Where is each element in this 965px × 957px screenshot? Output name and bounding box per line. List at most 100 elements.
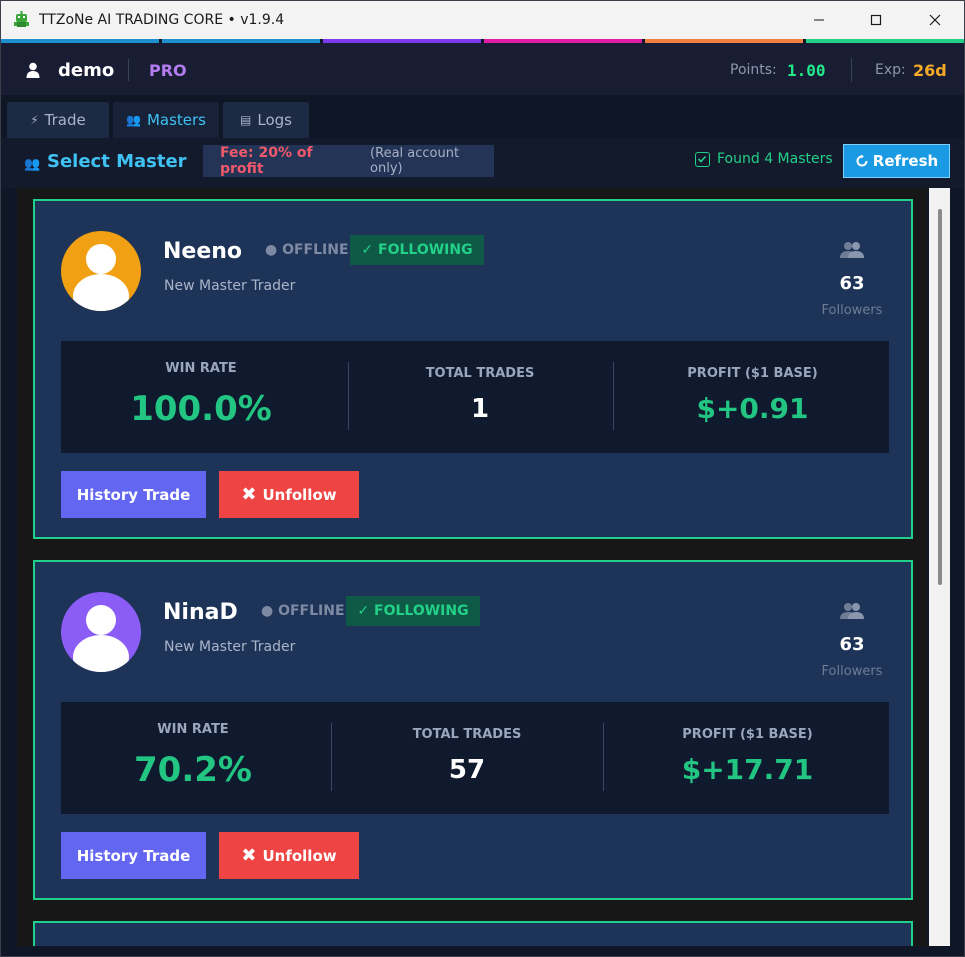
refresh-label: Refresh [872, 152, 939, 170]
section-title: Select Master [47, 151, 187, 172]
username: demo [58, 60, 115, 81]
tab-label: Trade [44, 111, 86, 129]
following-label: ✓ FOLLOWING [361, 242, 473, 258]
master-card: Neeno ● OFFLINE ✓ FOLLOWING New Master T… [33, 199, 913, 539]
total-trades-stat: TOTAL TRADES 57 [334, 702, 600, 814]
history-trade-button[interactable]: History Trade [61, 471, 206, 518]
masters-list[interactable]: Neeno ● OFFLINE ✓ FOLLOWING New Master T… [17, 188, 927, 946]
tab-label: Masters [146, 111, 206, 129]
avatar-head [86, 605, 116, 635]
stats-panel: WIN RATE 70.2% TOTAL TRADES 57 PROFIT ($… [61, 702, 889, 814]
points-label: Points: [730, 62, 777, 78]
maximize-icon [870, 14, 882, 26]
master-card [33, 921, 913, 946]
total-trades-value: 1 [470, 394, 490, 424]
unfollow-label: Unfollow [262, 485, 337, 504]
following-label: ✓ FOLLOWING [357, 603, 469, 619]
divider [603, 723, 604, 791]
profit-value: $+17.71 [681, 753, 814, 786]
fee-text: Fee: 20% of profit [220, 145, 313, 177]
minimize-icon [814, 19, 824, 21]
maximize-button[interactable] [848, 1, 904, 39]
win-rate-stat: WIN RATE 100.0% [61, 341, 341, 453]
robot-icon [14, 11, 29, 27]
tab-logs[interactable]: ▤ Logs [223, 102, 309, 138]
divider [331, 723, 332, 791]
master-name: NinaD [163, 600, 238, 625]
exp-label: Exp: [875, 62, 906, 78]
app-window: TTZoNe AI TRADING CORE • v1.9.4 demo PRO… [0, 0, 965, 957]
minimize-button[interactable] [791, 1, 847, 39]
master-card: NinaD ● OFFLINE ✓ FOLLOWING New Master T… [33, 560, 913, 900]
check-icon [695, 151, 710, 167]
following-badge: ✓ FOLLOWING [350, 235, 484, 265]
title-bar[interactable]: TTZoNe AI TRADING CORE • v1.9.4 [1, 1, 964, 39]
close-icon [929, 14, 941, 26]
refresh-button[interactable]: Refresh [843, 144, 950, 178]
stat-label: WIN RATE [165, 361, 237, 376]
total-trades-stat: TOTAL TRADES 1 [351, 341, 609, 453]
close-button[interactable] [907, 1, 963, 39]
log-icon: ▤ [240, 113, 252, 127]
bolt-icon: ⚡ [30, 113, 39, 127]
fee-note: (Real account only) [370, 146, 460, 176]
followers-label: Followers [821, 303, 883, 318]
divider [128, 59, 129, 81]
followers-count: 63 [839, 273, 865, 294]
x-icon: ✖ [241, 484, 257, 505]
avatar [61, 592, 141, 672]
avatar [61, 231, 141, 311]
master-subtitle: New Master Trader [164, 278, 296, 294]
exp-value: 26d [913, 61, 947, 80]
stat-label: PROFIT ($1 BASE) [687, 366, 818, 381]
divider [348, 362, 349, 430]
divider [851, 58, 852, 82]
followers-icon [840, 603, 864, 619]
win-rate-value: 100.0% [130, 389, 272, 429]
history-trade-label: History Trade [76, 485, 191, 504]
history-trade-label: History Trade [76, 846, 191, 865]
plan-badge: PRO [149, 61, 187, 80]
avatar-head [86, 244, 116, 274]
followers-label: Followers [821, 664, 883, 679]
win-rate-value: 70.2% [134, 750, 252, 790]
tab-label: Logs [257, 111, 292, 129]
users-icon: 👥 [24, 157, 41, 172]
history-trade-button[interactable]: History Trade [61, 832, 206, 879]
user-icon [26, 62, 40, 78]
found-text: Found 4 Masters [717, 151, 833, 167]
status-badge: ● OFFLINE [265, 242, 349, 258]
found-count: Found 4 Masters [695, 151, 833, 167]
total-trades-value: 57 [448, 755, 486, 785]
followers-count: 63 [839, 634, 865, 655]
following-badge: ✓ FOLLOWING [346, 596, 480, 626]
status-badge: ● OFFLINE [261, 603, 345, 619]
master-subtitle: New Master Trader [164, 639, 296, 655]
users-icon: 👥 [126, 113, 141, 127]
divider [613, 362, 614, 430]
followers-icon [840, 242, 864, 258]
profit-stat: PROFIT ($1 BASE) $+0.91 [616, 341, 889, 453]
unfollow-button[interactable]: ✖ Unfollow [219, 471, 359, 518]
profit-value: $+0.91 [696, 392, 809, 425]
stat-label: TOTAL TRADES [412, 727, 522, 742]
tab-masters[interactable]: 👥 Masters [113, 102, 219, 138]
stat-label: TOTAL TRADES [425, 366, 535, 381]
avatar-body [73, 274, 129, 311]
unfollow-label: Unfollow [262, 846, 337, 865]
points-value: 1.00 [787, 61, 826, 80]
profit-stat: PROFIT ($1 BASE) $+17.71 [606, 702, 889, 814]
stat-label: WIN RATE [157, 722, 229, 737]
fee-banner: Fee: 20% of profit (Real account only) [203, 145, 494, 177]
unfollow-button[interactable]: ✖ Unfollow [219, 832, 359, 879]
x-icon: ✖ [241, 845, 257, 866]
stat-label: PROFIT ($1 BASE) [682, 727, 813, 742]
master-name: Neeno [163, 239, 243, 264]
window-title: TTZoNe AI TRADING CORE • v1.9.4 [39, 12, 285, 28]
avatar-body [73, 635, 129, 672]
win-rate-stat: WIN RATE 70.2% [61, 702, 325, 814]
tab-trade[interactable]: ⚡ Trade [7, 102, 109, 138]
refresh-icon [856, 154, 868, 167]
scrollbar-thumb[interactable] [938, 209, 942, 585]
stats-panel: WIN RATE 100.0% TOTAL TRADES 1 PROFIT ($… [61, 341, 889, 453]
